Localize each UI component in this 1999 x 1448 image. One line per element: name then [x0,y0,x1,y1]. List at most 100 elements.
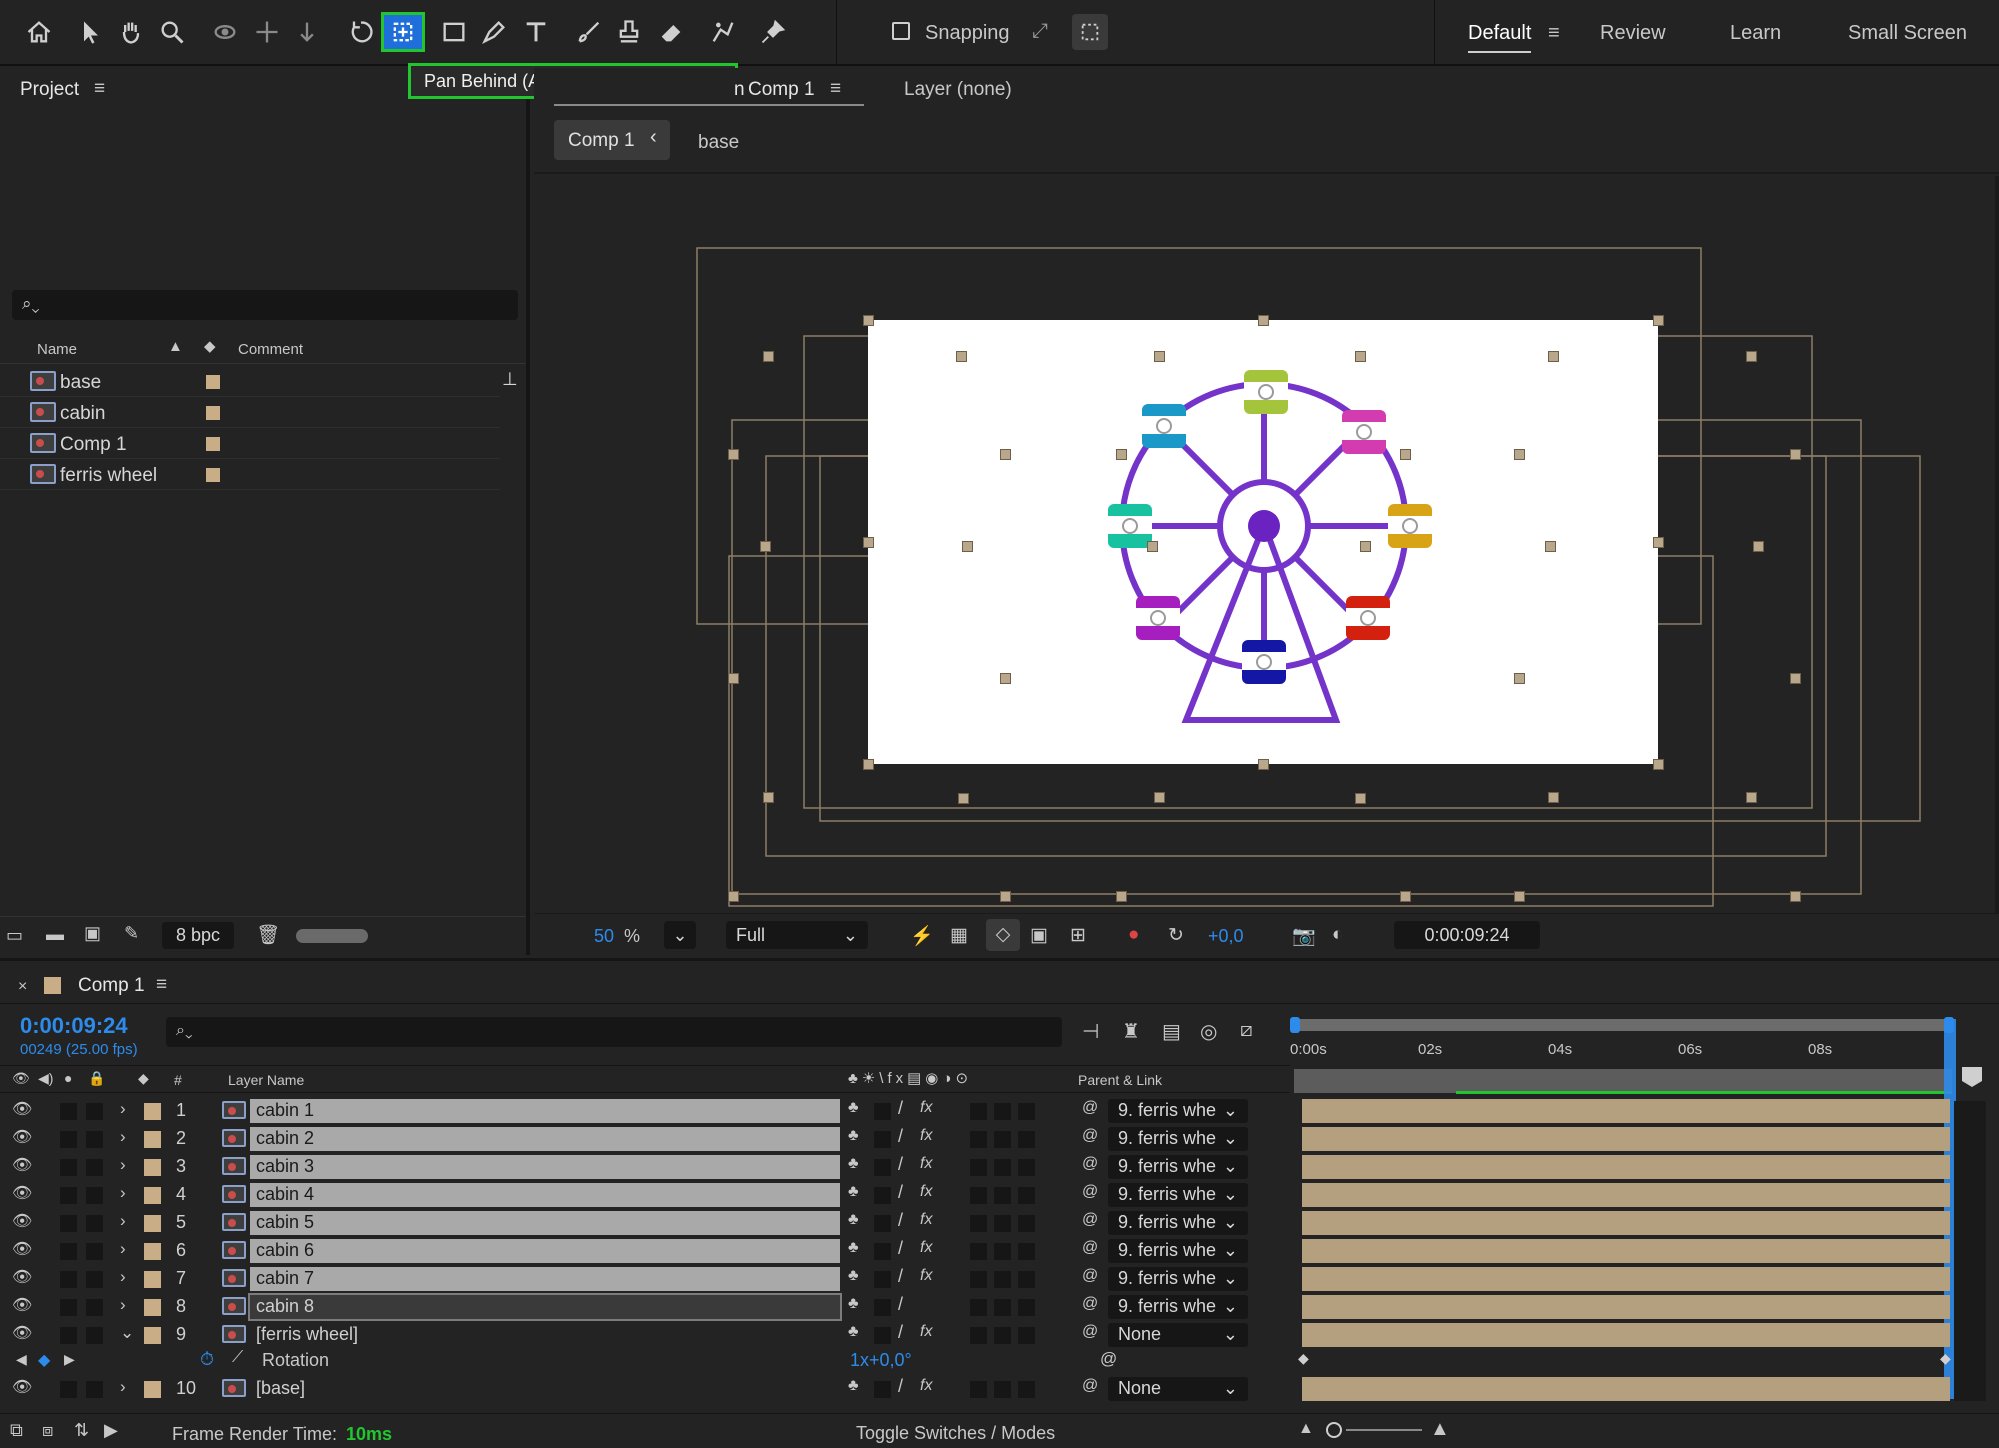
layer-name[interactable]: cabin 8 [248,1293,842,1321]
show-snapshot-icon[interactable]: ◐ [1332,924,1343,946]
transform-handle[interactable] [1355,793,1366,804]
layer-row[interactable]: 👁 › 8 cabin 8 ♣ / @ 9. ferris whe ⌄ [0,1293,1999,1321]
fx-switch-icon[interactable]: fx [920,1377,932,1395]
transform-handle[interactable] [863,315,874,326]
collapse-switch[interactable] [874,1187,891,1204]
column-parent-link[interactable]: Parent & Link [1078,1072,1162,1088]
collapse-switch[interactable] [874,1271,891,1288]
transform-handle[interactable] [1653,537,1664,548]
frame-blending-icon[interactable]: ▤ [1162,1019,1181,1044]
layer-duration-bar[interactable] [1300,1323,1950,1347]
adjustment-switch[interactable] [994,1381,1011,1398]
bit-depth-button[interactable]: 8 bpc [162,922,234,949]
adjustment-switch[interactable] [994,1159,1011,1176]
thumbnail-slider[interactable] [296,929,368,943]
eye-icon[interactable]: 👁 [12,1211,32,1231]
transform-handle[interactable] [863,537,874,548]
layer-duration-bar[interactable] [1300,1295,1950,1319]
transform-handle[interactable] [1746,792,1757,803]
dolly-camera-icon[interactable] [290,14,324,50]
parent-dropdown[interactable]: 9. ferris whe ⌄ [1108,1183,1248,1207]
adjustment-switch[interactable] [994,1327,1011,1344]
solo-toggle[interactable] [60,1187,77,1204]
quality-switch-icon[interactable]: / [898,1098,903,1119]
3d-switch[interactable] [1018,1215,1035,1232]
new-folder-icon[interactable]: ▬ [46,924,64,945]
transform-handle[interactable] [1147,541,1158,552]
chevron-right-icon[interactable]: › [120,1377,126,1397]
quality-switch-icon[interactable]: / [898,1266,903,1287]
layer-name[interactable]: cabin 7 [250,1267,840,1291]
brush-tool-icon[interactable] [572,14,606,50]
fx-switch-icon[interactable]: fx [920,1099,932,1117]
comp-tab-label[interactable]: Comp 1 [748,79,815,101]
layer-name[interactable]: cabin 3 [250,1155,840,1179]
keyframe-start[interactable]: ◆ [1298,1350,1309,1367]
quality-switch-icon[interactable]: / [898,1182,903,1203]
pickwhip-icon[interactable]: @ [1082,1295,1098,1313]
adjustment-switch[interactable] [994,1103,1011,1120]
parent-dropdown[interactable]: 9. ferris whe ⌄ [1108,1099,1248,1123]
transform-handle[interactable] [763,351,774,362]
pickwhip-icon[interactable]: @ [1082,1099,1098,1117]
chevron-right-icon[interactable]: › [120,1295,126,1315]
sort-ascending-icon[interactable]: ▲ [168,338,183,355]
motion-blur-switch[interactable] [970,1243,987,1260]
timeline-search-input[interactable]: ⌕⌄ [166,1017,1062,1047]
label-swatch[interactable] [144,1187,161,1204]
chevron-right-icon[interactable]: › [120,1183,126,1203]
project-settings-icon[interactable]: ✎ [124,923,139,944]
trash-icon[interactable]: 🗑 [256,923,280,947]
color-management-icon[interactable]: ↻ [1168,924,1184,947]
motion-blur-switch[interactable] [970,1215,987,1232]
quality-switch-icon[interactable]: / [898,1322,903,1343]
eye-icon[interactable]: 👁 [12,1377,32,1397]
collapse-switch[interactable] [874,1131,891,1148]
home-icon[interactable] [22,14,56,50]
layer-row[interactable]: 👁 › 6 cabin 6 ♣ / fx @ 9. ferris whe ⌄ [0,1237,1999,1265]
transform-handle[interactable] [760,541,771,552]
adjustment-switch[interactable] [994,1215,1011,1232]
label-swatch[interactable] [206,375,220,389]
layer-name[interactable]: [base] [250,1377,840,1401]
transform-handle[interactable] [1000,449,1011,460]
lock-toggle[interactable] [86,1327,103,1344]
layer-duration-bar[interactable] [1300,1155,1950,1179]
solo-toggle[interactable] [60,1215,77,1232]
fx-switch-icon[interactable]: fx [920,1127,932,1145]
label-swatch[interactable] [144,1299,161,1316]
collapse-switch[interactable] [874,1215,891,1232]
lock-toggle[interactable] [86,1299,103,1316]
chevron-right-icon[interactable]: › [120,1211,126,1231]
new-composition-icon[interactable]: ▣ [84,923,101,944]
label-swatch[interactable] [144,1271,161,1288]
layer-name[interactable]: cabin 5 [250,1211,840,1235]
rectangle-tool-icon[interactable] [437,14,471,50]
transform-handle[interactable] [1514,449,1525,460]
motion-blur-switch[interactable] [970,1131,987,1148]
column-name[interactable]: Name [37,341,77,358]
transform-handle[interactable] [863,759,874,770]
pickwhip-icon[interactable]: @ [1082,1377,1098,1395]
shy-switch-icon[interactable]: ♣ [848,1267,859,1285]
workspace-menu-icon[interactable]: ≡ [1548,22,1560,45]
motion-blur-switch[interactable] [970,1271,987,1288]
solo-toggle[interactable] [60,1243,77,1260]
fx-switch-icon[interactable]: fx [920,1267,932,1285]
breadcrumb-comp[interactable]: Comp 1 ‹ [554,120,670,160]
layer-row[interactable]: 👁 › 1 cabin 1 ♣ / fx @ 9. ferris whe ⌄ [0,1097,1999,1125]
layer-row[interactable]: 👁 › 4 cabin 4 ♣ / fx @ 9. ferris whe ⌄ [0,1181,1999,1209]
motion-blur-switch[interactable] [970,1159,987,1176]
transparency-grid-icon[interactable]: ▦ [950,924,968,947]
channel-icon[interactable]: ● [1128,924,1139,946]
layer-name[interactable]: cabin 2 [250,1127,840,1151]
composition-canvas[interactable] [868,320,1658,764]
motion-blur-icon[interactable]: ◎ [1200,1019,1217,1044]
lock-toggle[interactable] [86,1103,103,1120]
quality-switch-icon[interactable]: / [898,1154,903,1175]
shy-switch-icon[interactable]: ♣ [848,1127,859,1145]
transform-handle[interactable] [962,541,973,552]
expression-pickwhip-icon[interactable]: @ [1100,1349,1117,1369]
solo-toggle[interactable] [60,1131,77,1148]
workspace-learn[interactable]: Learn [1730,22,1781,45]
